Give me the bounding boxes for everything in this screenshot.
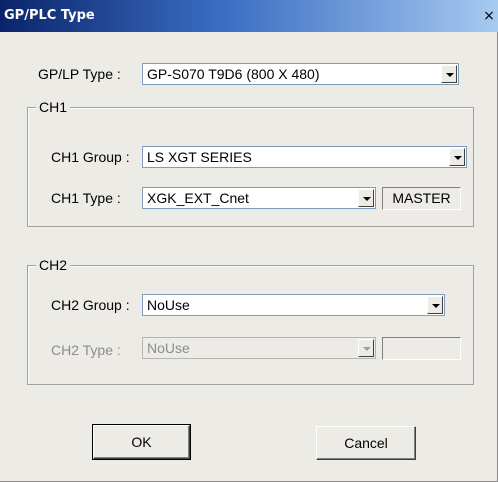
ch1-type-select[interactable]: XGK_EXT_Cnet <box>142 187 376 209</box>
ch1-type-label: CH1 Type : <box>51 190 121 206</box>
gp-plc-type-dialog: GP/PLC Type × GP/LP Type : GP-S070 T9D6 … <box>0 0 498 482</box>
ch2-groupbox: CH2 <box>27 257 474 385</box>
gp-lp-type-value: GP-S070 T9D6 (800 X 480) <box>147 66 320 82</box>
ch1-role-box: MASTER <box>382 187 461 210</box>
cancel-button[interactable]: Cancel <box>316 426 416 460</box>
ch2-type-label: CH2 Type : <box>51 342 121 358</box>
ch2-role-box <box>382 337 461 360</box>
ok-button[interactable]: OK <box>92 424 191 460</box>
ch2-type-select: NoUse <box>142 337 376 359</box>
chevron-down-icon <box>358 339 374 357</box>
ch2-group-value: NoUse <box>147 297 190 313</box>
ch1-group-label: CH1 Group : <box>51 149 130 165</box>
window-title: GP/PLC Type <box>4 8 95 23</box>
chevron-down-icon[interactable] <box>358 189 374 207</box>
chevron-down-icon[interactable] <box>441 65 457 83</box>
ch1-type-value: XGK_EXT_Cnet <box>147 190 249 206</box>
ch1-group-value: LS XGT SERIES <box>147 149 252 165</box>
gp-lp-type-select[interactable]: GP-S070 T9D6 (800 X 480) <box>142 63 459 85</box>
chevron-down-icon[interactable] <box>427 296 443 314</box>
close-icon[interactable]: × <box>482 9 496 23</box>
gp-lp-type-label: GP/LP Type : <box>38 66 121 82</box>
title-bar[interactable]: GP/PLC Type × <box>0 0 498 32</box>
chevron-down-icon[interactable] <box>449 148 465 166</box>
ch2-group-select[interactable]: NoUse <box>142 294 445 316</box>
ch2-type-value: NoUse <box>147 340 190 356</box>
ch1-group-select[interactable]: LS XGT SERIES <box>142 146 467 168</box>
ch2-legend: CH2 <box>36 257 71 273</box>
ch1-legend: CH1 <box>36 99 71 115</box>
ch2-group-label: CH2 Group : <box>51 297 130 313</box>
